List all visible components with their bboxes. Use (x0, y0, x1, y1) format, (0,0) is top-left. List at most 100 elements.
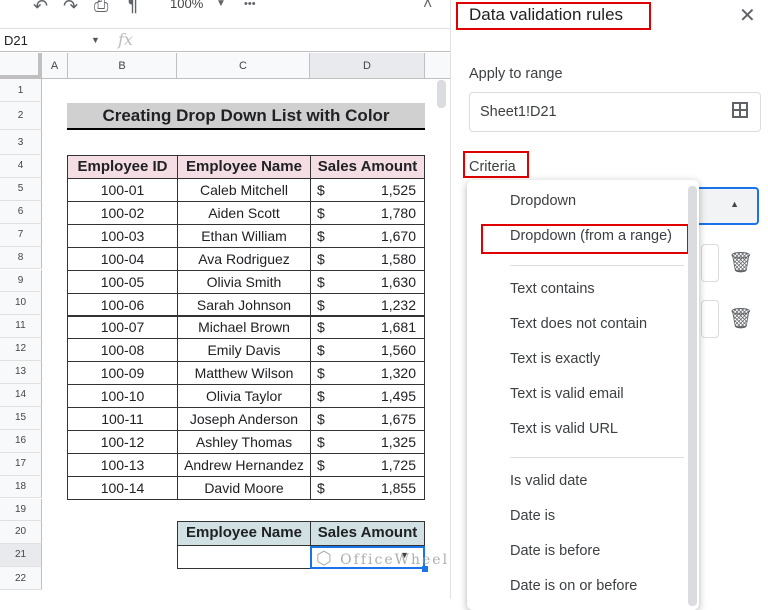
employee-name-cell[interactable]: Ethan William (177, 223, 311, 248)
select-all-corner[interactable] (0, 53, 42, 79)
employee-id-cell[interactable]: 100-07 (67, 315, 178, 340)
employee-name-cell[interactable]: Andrew Hernandez (177, 452, 311, 477)
row-header[interactable]: 2 (0, 102, 42, 130)
collapse-toolbar-icon[interactable]: ˄ (423, 0, 432, 14)
employee-name-cell[interactable]: Sarah Johnson (177, 292, 311, 317)
employee-name-cell[interactable]: Ava Rodriguez (177, 246, 311, 271)
employee-name-cell[interactable]: Emily Davis (177, 338, 311, 363)
option-input-1[interactable] (701, 244, 719, 282)
employee-id-cell[interactable]: 100-10 (67, 384, 178, 409)
column-header-d[interactable]: D (310, 53, 425, 79)
menu-item-text-does-not-contain[interactable]: Text does not contain (510, 316, 647, 332)
row-header[interactable]: 9 (0, 269, 42, 293)
employee-id-cell[interactable]: 100-01 (67, 178, 178, 202)
menu-item-date-is[interactable]: Date is (510, 508, 555, 524)
row-header[interactable]: 6 (0, 200, 42, 224)
column-header-b[interactable]: B (68, 53, 177, 79)
sales-amount-cell[interactable]: $1,780 (310, 200, 425, 225)
name-box[interactable]: D21 (4, 33, 28, 48)
trash-icon[interactable]: 🗑 (728, 306, 753, 331)
zoom-dropdown-icon[interactable]: ▼ (216, 0, 226, 9)
sales-amount-cell[interactable]: $1,320 (310, 361, 425, 386)
close-icon[interactable]: ✕ (739, 3, 756, 28)
sales-amount-cell[interactable]: $1,681 (310, 315, 425, 340)
menu-item-text-is-valid-url[interactable]: Text is valid URL (510, 421, 618, 437)
employee-name-cell[interactable]: Olivia Taylor (177, 384, 311, 409)
menu-item-date-is-before[interactable]: Date is before (510, 543, 600, 559)
employee-name-cell[interactable]: Caleb Mitchell (177, 178, 311, 202)
column-header-a[interactable]: A (42, 53, 68, 79)
menu-item-dropdown[interactable]: Dropdown (510, 193, 576, 209)
lookup-employee-name-cell[interactable] (177, 545, 311, 569)
employee-name-cell[interactable]: Joseph Anderson (177, 407, 311, 431)
header-sales-amount[interactable]: Sales Amount (310, 155, 425, 179)
menu-item-date-is-on-or-before[interactable]: Date is on or before (510, 578, 637, 594)
header-employee-id[interactable]: Employee ID (67, 155, 178, 179)
menu-item-text-contains[interactable]: Text contains (510, 281, 595, 297)
trash-icon[interactable]: 🗑 (728, 250, 753, 275)
sales-amount-cell[interactable]: $1,675 (310, 407, 425, 431)
sales-amount-cell[interactable]: $1,232 (310, 292, 425, 317)
employee-name-cell[interactable]: David Moore (177, 475, 311, 500)
row-header[interactable]: 15 (0, 406, 42, 430)
vertical-scrollbar[interactable] (437, 80, 446, 108)
menu-item-is-valid-date[interactable]: Is valid date (510, 473, 587, 489)
sales-amount-cell[interactable]: $1,325 (310, 429, 425, 454)
employee-id-cell[interactable]: 100-04 (67, 246, 178, 271)
select-range-grid-icon[interactable] (732, 102, 748, 118)
row-header[interactable]: 22 (0, 567, 42, 591)
employee-id-cell[interactable]: 100-03 (67, 223, 178, 248)
row-header[interactable]: 21 (0, 544, 42, 568)
range-input[interactable]: Sheet1!D21 (469, 92, 761, 132)
sales-amount-cell[interactable]: $1,525 (310, 178, 425, 202)
sales-amount-cell[interactable]: $1,580 (310, 246, 425, 271)
zoom-select[interactable]: 100% (170, 0, 203, 11)
sales-amount-cell[interactable]: $1,670 (310, 223, 425, 248)
lookup-header-sales-amount[interactable]: Sales Amount (310, 521, 425, 546)
menu-item-text-is-exactly[interactable]: Text is exactly (510, 351, 600, 367)
row-header[interactable]: 18 (0, 475, 42, 499)
employee-id-cell[interactable]: 100-08 (67, 338, 178, 363)
lookup-header-employee-name[interactable]: Employee Name (177, 521, 311, 546)
row-header[interactable]: 13 (0, 361, 42, 384)
sales-amount-cell[interactable]: $1,495 (310, 384, 425, 409)
employee-name-cell[interactable]: Olivia Smith (177, 269, 311, 294)
menu-scrollbar[interactable] (688, 186, 697, 606)
employee-id-cell[interactable]: 100-14 (67, 475, 178, 500)
header-employee-name[interactable]: Employee Name (177, 155, 311, 179)
employee-name-cell[interactable]: Michael Brown (177, 315, 311, 340)
employee-id-cell[interactable]: 100-12 (67, 429, 178, 454)
paint-format-icon[interactable]: ¶ (128, 0, 138, 16)
employee-id-cell[interactable]: 100-06 (67, 292, 178, 317)
employee-id-cell[interactable]: 100-02 (67, 200, 178, 225)
employee-id-cell[interactable]: 100-11 (67, 407, 178, 431)
row-header[interactable]: 17 (0, 452, 42, 476)
name-box-dropdown-icon[interactable]: ▼ (91, 35, 100, 45)
row-header[interactable]: 10 (0, 292, 42, 316)
employee-name-cell[interactable]: Aiden Scott (177, 200, 311, 225)
row-header[interactable]: 1 (0, 79, 42, 102)
row-header[interactable]: 12 (0, 338, 42, 362)
row-header[interactable]: 16 (0, 429, 42, 453)
column-header-c[interactable]: C (177, 53, 310, 79)
row-header[interactable]: 5 (0, 177, 42, 201)
employee-id-cell[interactable]: 100-05 (67, 269, 178, 294)
row-header[interactable]: 4 (0, 155, 42, 178)
sales-amount-cell[interactable]: $1,560 (310, 338, 425, 363)
employee-id-cell[interactable]: 100-13 (67, 452, 178, 477)
row-header[interactable]: 11 (0, 315, 42, 339)
sales-amount-cell[interactable]: $1,630 (310, 269, 425, 294)
more-button[interactable]: ••• (244, 0, 256, 10)
row-header[interactable]: 7 (0, 223, 42, 247)
row-header[interactable]: 14 (0, 384, 42, 407)
employee-id-cell[interactable]: 100-09 (67, 361, 178, 386)
row-header[interactable]: 19 (0, 498, 42, 522)
row-header[interactable]: 8 (0, 246, 42, 270)
employee-name-cell[interactable]: Matthew Wilson (177, 361, 311, 386)
row-header[interactable]: 20 (0, 521, 42, 545)
undo-icon[interactable]: ↶ (33, 0, 48, 17)
sales-amount-cell[interactable]: $1,855 (310, 475, 425, 500)
redo-icon[interactable]: ↷ (63, 0, 78, 17)
menu-item-text-is-valid-email[interactable]: Text is valid email (510, 386, 624, 402)
option-input-2[interactable] (701, 300, 719, 338)
